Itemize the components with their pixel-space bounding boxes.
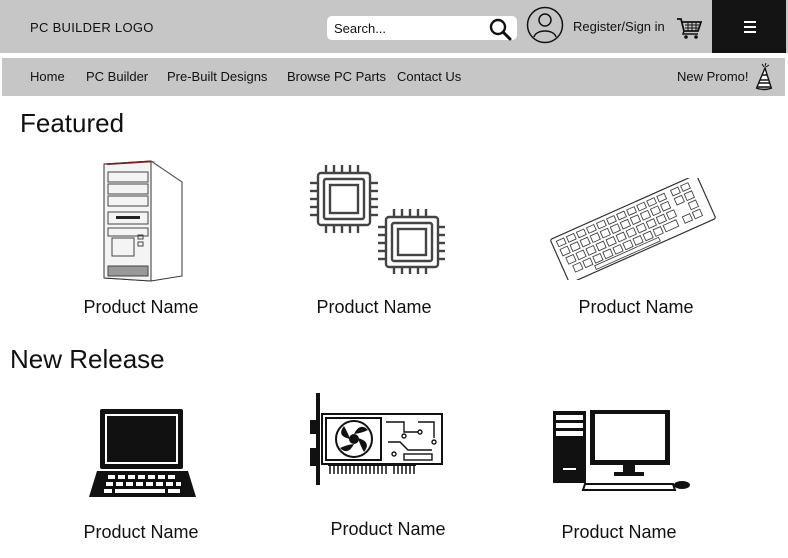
keyboard-icon[interactable]: [548, 178, 718, 280]
nav-pre-built-designs[interactable]: Pre-Built Designs: [167, 69, 267, 84]
desktop-computer-icon[interactable]: [551, 408, 691, 492]
menu-icon-line: [744, 21, 756, 23]
nav-browse-pc-parts[interactable]: Browse PC Parts: [287, 69, 386, 84]
new-promo-link[interactable]: New Promo!: [677, 69, 749, 84]
laptop-icon[interactable]: [88, 407, 197, 500]
menu-icon-line: [744, 26, 756, 28]
search-box: [327, 16, 517, 41]
new-release-product-2-name[interactable]: Product Name: [330, 519, 445, 540]
top-bar: PC BUILDER LOGO Register/Sign in: [0, 0, 788, 53]
nav-pc-builder[interactable]: PC Builder: [86, 69, 148, 84]
party-hat-icon[interactable]: [754, 63, 774, 91]
featured-product-3-name[interactable]: Product Name: [578, 297, 693, 318]
new-release-product-3-name[interactable]: Product Name: [561, 522, 676, 543]
graphics-card-icon[interactable]: [308, 392, 444, 488]
menu-icon-line: [744, 31, 756, 33]
nav-bar: Home PC Builder Pre-Built Designs Browse…: [2, 58, 785, 96]
search-icon[interactable]: [487, 17, 513, 41]
pc-tower-icon[interactable]: [96, 158, 188, 282]
new-release-product-1-name[interactable]: Product Name: [83, 522, 198, 543]
cpu-chips-icon[interactable]: [310, 163, 446, 275]
featured-title: Featured: [20, 108, 125, 138]
featured-product-2-name[interactable]: Product Name: [316, 297, 431, 318]
new-release-title: New Release: [10, 344, 165, 374]
register-signin-link[interactable]: Register/Sign in: [573, 19, 665, 34]
nav-home[interactable]: Home: [30, 69, 65, 84]
featured-product-1-name[interactable]: Product Name: [83, 297, 198, 318]
menu-button[interactable]: [712, 0, 786, 53]
account-icon[interactable]: [526, 6, 564, 44]
site-logo[interactable]: PC BUILDER LOGO: [30, 20, 154, 35]
cart-icon[interactable]: [676, 16, 702, 40]
nav-contact-us[interactable]: Contact Us: [397, 69, 461, 84]
search-input[interactable]: [327, 16, 482, 40]
